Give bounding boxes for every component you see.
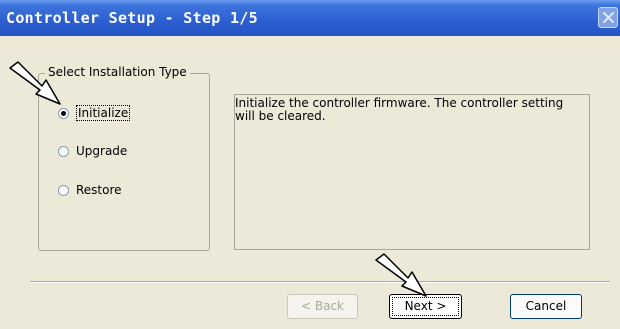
back-button-label: < Back — [300, 299, 344, 313]
back-button[interactable]: < Back — [287, 294, 358, 319]
radio-label-restore: Restore — [76, 183, 122, 197]
separator-line — [30, 281, 610, 283]
radio-button[interactable] — [58, 145, 69, 157]
radio-label-upgrade: Upgrade — [76, 144, 128, 158]
radio-option-restore[interactable]: Restore — [58, 183, 122, 197]
setup-dialog: Controller Setup - Step 1/5 Select Insta… — [0, 0, 620, 329]
title-bar[interactable]: Controller Setup - Step 1/5 — [0, 0, 620, 36]
window-title: Controller Setup - Step 1/5 — [6, 9, 258, 27]
pointer-arrow-icon — [9, 61, 61, 105]
pointer-arrow-icon — [375, 253, 427, 297]
description-text: Initialize the controller firmware. The … — [235, 96, 564, 123]
radio-button[interactable] — [58, 184, 69, 196]
radio-label-initialize: Initialize — [76, 105, 131, 121]
radio-selected-dot — [61, 110, 66, 116]
cancel-button[interactable]: Cancel — [510, 294, 582, 319]
description-box: Initialize the controller firmware. The … — [234, 94, 590, 250]
radio-option-upgrade[interactable]: Upgrade — [58, 144, 127, 158]
close-icon — [603, 12, 614, 23]
close-button[interactable] — [598, 7, 618, 28]
cancel-button-label: Cancel — [525, 299, 567, 313]
